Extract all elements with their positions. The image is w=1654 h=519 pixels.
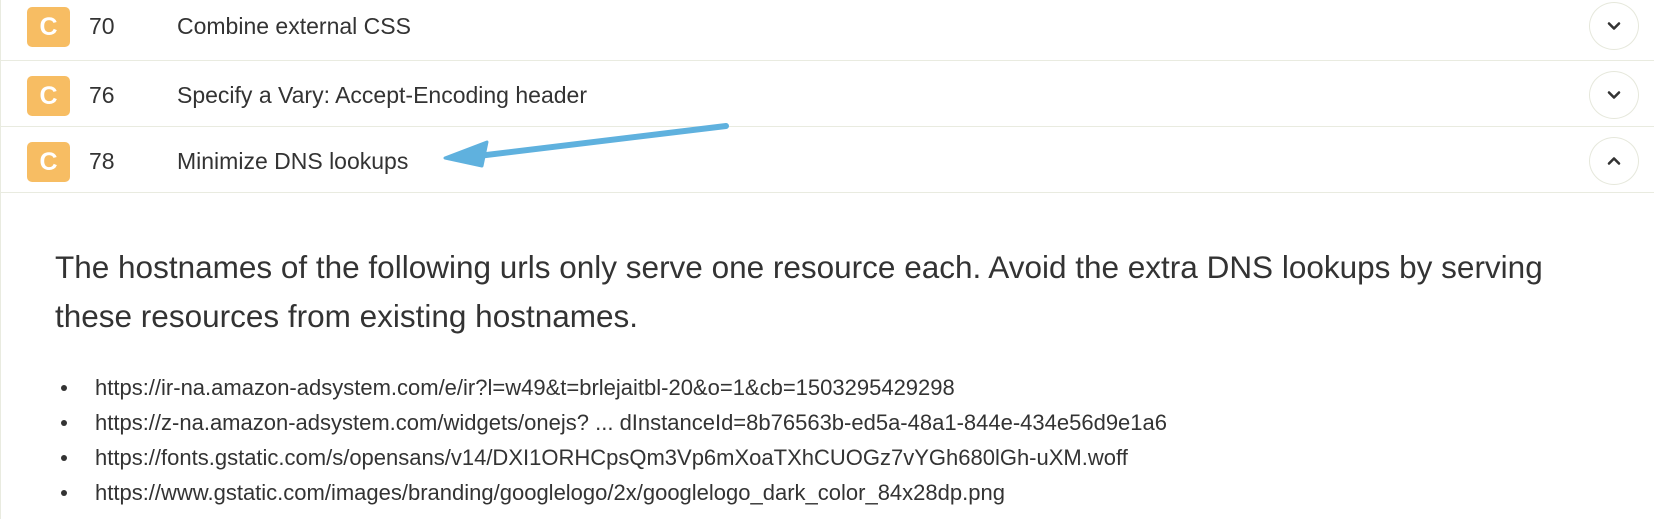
grade-badge: C (27, 7, 70, 47)
url-text: https://ir-na.amazon-adsystem.com/e/ir?l… (95, 375, 955, 400)
collapse-toggle-button[interactable] (1589, 137, 1639, 185)
chevron-down-icon (1607, 22, 1621, 30)
expand-toggle-button[interactable] (1589, 2, 1639, 50)
list-item: https://z-na.amazon-adsystem.com/widgets… (55, 405, 1167, 440)
rule-score: 70 (89, 13, 115, 39)
bullet-icon (61, 490, 67, 496)
list-item: https://fonts.gstatic.com/s/opensans/v14… (55, 440, 1167, 475)
rule-detail-panel: The hostnames of the following urls only… (0, 193, 1654, 519)
expand-toggle-button[interactable] (1589, 71, 1639, 119)
url-text: https://www.gstatic.com/images/branding/… (95, 480, 1005, 505)
list-item: https://ir-na.amazon-adsystem.com/e/ir?l… (55, 370, 1167, 405)
rule-score: 78 (89, 148, 115, 174)
rule-row-dns-lookups[interactable]: C 78 Minimize DNS lookups (0, 127, 1654, 193)
page-speed-report: C 70 Combine external CSS C 76 Specify a… (0, 0, 1654, 519)
rule-row-combine-css[interactable]: C 70 Combine external CSS (0, 0, 1654, 61)
url-list: https://ir-na.amazon-adsystem.com/e/ir?l… (55, 370, 1167, 510)
rule-row-vary-header[interactable]: C 76 Specify a Vary: Accept-Encoding hea… (0, 61, 1654, 127)
bullet-icon (61, 420, 67, 426)
chevron-up-icon (1607, 157, 1621, 165)
bullet-icon (61, 455, 67, 461)
chevron-down-icon (1607, 91, 1621, 99)
grade-badge: C (27, 76, 70, 116)
url-text: https://fonts.gstatic.com/s/opensans/v14… (95, 445, 1128, 470)
list-item: https://www.gstatic.com/images/branding/… (55, 475, 1167, 510)
rule-title[interactable]: Minimize DNS lookups (177, 145, 408, 177)
rule-score: 76 (89, 82, 115, 108)
url-text: https://z-na.amazon-adsystem.com/widgets… (95, 410, 1167, 435)
rule-title[interactable]: Specify a Vary: Accept-Encoding header (177, 79, 587, 111)
grade-badge: C (27, 142, 70, 182)
rule-description: The hostnames of the following urls only… (55, 249, 1543, 334)
rule-title[interactable]: Combine external CSS (177, 10, 411, 42)
bullet-icon (61, 385, 67, 391)
